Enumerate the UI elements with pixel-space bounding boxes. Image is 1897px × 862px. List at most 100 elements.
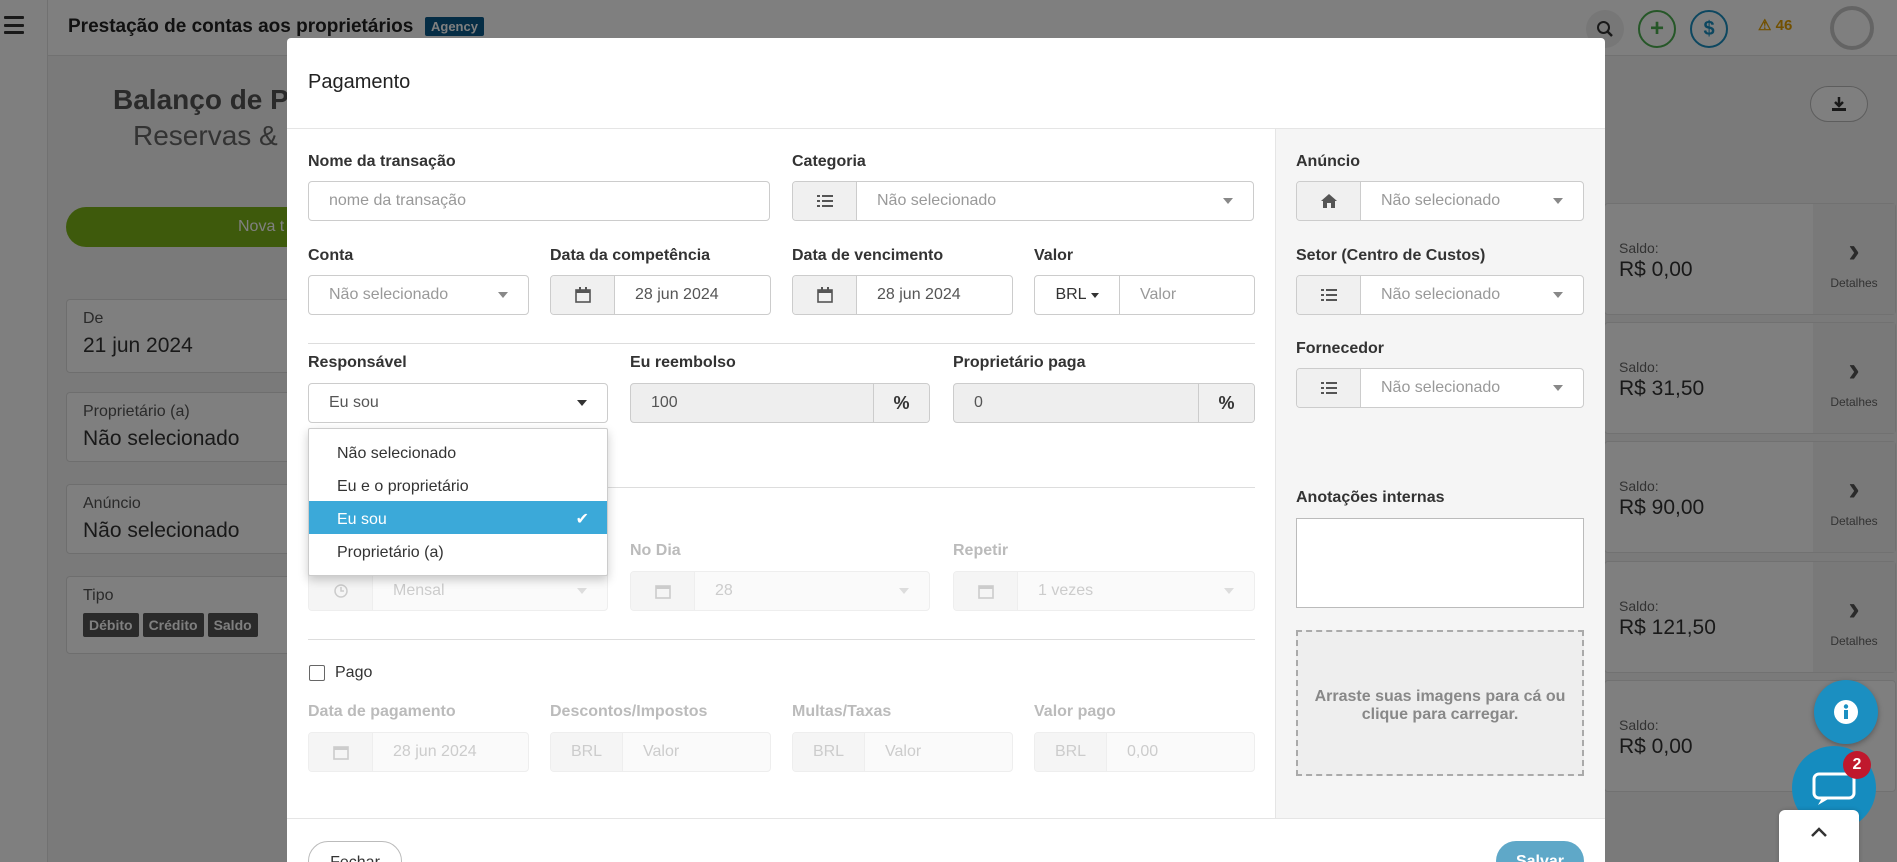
chevron-down-icon (1553, 198, 1563, 204)
amount-input[interactable]: BRL Valor (1034, 275, 1255, 315)
responsible-dropdown: Não selecionado Eu e o proprietário Eu s… (308, 428, 608, 576)
transaction-name-placeholder: nome da transação (329, 192, 466, 209)
divider (287, 818, 1605, 819)
amount-paid-value: 0,00 (1127, 743, 1159, 760)
day-label: No Dia (630, 542, 681, 559)
day-value: 28 (715, 582, 733, 599)
internal-notes-textarea[interactable] (1296, 518, 1584, 608)
payment-date-label: Data de pagamento (308, 703, 456, 720)
calendar-icon (793, 276, 857, 314)
currency-addon: BRL (551, 733, 623, 771)
supplier-value: Não selecionado (1381, 379, 1501, 396)
supplier-label: Fornecedor (1296, 340, 1385, 357)
scroll-to-top-button[interactable] (1779, 810, 1859, 862)
info-button[interactable] (1814, 680, 1878, 744)
divider (308, 639, 1255, 640)
dropdown-option[interactable]: Não selecionado (309, 435, 607, 468)
percent-addon: % (873, 384, 929, 422)
calendar-icon (954, 572, 1018, 610)
divider (308, 343, 1255, 344)
currency-addon: BRL (1035, 733, 1107, 771)
chevron-down-icon (899, 588, 909, 594)
fines-label: Multas/Taxas (792, 703, 892, 720)
paid-checkbox[interactable] (309, 665, 325, 681)
payment-date-value: 28 jun 2024 (393, 743, 477, 760)
competence-date-value: 28 jun 2024 (635, 286, 719, 303)
modal-title: Pagamento (308, 71, 411, 93)
due-date-input[interactable]: 28 jun 2024 (792, 275, 1013, 315)
category-select[interactable]: Não selecionado (792, 181, 1254, 221)
close-button[interactable]: Fechar (308, 841, 402, 862)
discounts-placeholder: Valor (643, 743, 680, 760)
amount-paid-label: Valor pago (1034, 703, 1116, 720)
discounts-label: Descontos/Impostos (550, 703, 708, 720)
account-value: Não selecionado (329, 286, 449, 303)
clock-icon (309, 572, 373, 610)
check-icon: ✔ (575, 511, 589, 528)
dropdown-option-selected[interactable]: Eu sou ✔ (309, 501, 607, 534)
competence-date-label: Data da competência (550, 247, 711, 264)
i-reimburse-input[interactable]: 100 % (630, 383, 930, 423)
amount-paid-input[interactable]: BRL 0,00 (1034, 732, 1255, 772)
cost-center-value: Não selecionado (1381, 286, 1501, 303)
chevron-down-icon (577, 588, 587, 594)
info-icon (1834, 700, 1858, 724)
due-date-value: 28 jun 2024 (877, 286, 961, 303)
owner-pays-label: Proprietário paga (953, 354, 1086, 371)
transaction-name-input[interactable]: nome da transação (308, 181, 770, 221)
competence-date-input[interactable]: 28 jun 2024 (550, 275, 771, 315)
amount-label: Valor (1034, 247, 1074, 264)
frequency-select[interactable]: Mensal (308, 571, 608, 611)
chevron-down-icon (498, 292, 508, 298)
currency-select[interactable]: BRL (1035, 276, 1120, 314)
payment-date-input[interactable]: 28 jun 2024 (308, 732, 529, 772)
discounts-input[interactable]: BRL Valor (550, 732, 771, 772)
responsible-label: Responsável (308, 354, 407, 371)
repeat-select[interactable]: 1 vezes (953, 571, 1255, 611)
option-label: Eu sou (337, 511, 387, 528)
cost-center-label: Setor (Centro de Custos) (1296, 247, 1486, 264)
list-icon (1297, 276, 1361, 314)
chevron-down-icon (1224, 588, 1234, 594)
save-button[interactable]: Salvar (1496, 841, 1584, 862)
repeat-value: 1 vezes (1038, 582, 1094, 599)
chevron-up-icon (1811, 827, 1827, 837)
listing-select[interactable]: Não selecionado (1296, 181, 1584, 221)
due-date-label: Data de vencimento (792, 247, 944, 264)
fines-placeholder: Valor (885, 743, 922, 760)
category-value: Não selecionado (877, 192, 997, 209)
dropdown-option[interactable]: Eu e o proprietário (309, 468, 607, 501)
owner-pays-value: 0 (974, 394, 983, 411)
supplier-select[interactable]: Não selecionado (1296, 368, 1584, 408)
frequency-value: Mensal (393, 582, 445, 599)
day-select[interactable]: 28 (630, 571, 930, 611)
cost-center-select[interactable]: Não selecionado (1296, 275, 1584, 315)
calendar-icon (631, 572, 695, 610)
image-upload-dropzone[interactable]: Arraste suas imagens para cá ou clique p… (1296, 630, 1584, 776)
chevron-down-icon (1553, 385, 1563, 391)
chevron-down-icon (1553, 292, 1563, 298)
chat-notification-badge: 2 (1843, 751, 1871, 779)
i-reimburse-value: 100 (651, 394, 678, 411)
fines-input[interactable]: BRL Valor (792, 732, 1013, 772)
list-icon (1297, 369, 1361, 407)
list-icon (793, 182, 857, 220)
category-label: Categoria (792, 153, 866, 170)
dropdown-option[interactable]: Proprietário (a) (309, 534, 607, 567)
listing-value: Não selecionado (1381, 192, 1501, 209)
responsible-value: Eu sou (329, 394, 379, 411)
owner-pays-input[interactable]: 0 % (953, 383, 1255, 423)
i-reimburse-label: Eu reembolso (630, 354, 736, 371)
internal-notes-label: Anotações internas (1296, 489, 1445, 506)
percent-addon: % (1198, 384, 1254, 422)
transaction-name-label: Nome da transação (308, 153, 456, 170)
amount-placeholder: Valor (1140, 286, 1177, 303)
chevron-down-icon (577, 400, 587, 406)
calendar-icon (551, 276, 615, 314)
responsible-select[interactable]: Eu sou (308, 383, 608, 423)
account-select[interactable]: Não selecionado (308, 275, 529, 315)
paid-label[interactable]: Pago (335, 664, 372, 682)
listing-label: Anúncio (1296, 153, 1360, 170)
account-label: Conta (308, 247, 354, 264)
chevron-down-icon (1223, 198, 1233, 204)
